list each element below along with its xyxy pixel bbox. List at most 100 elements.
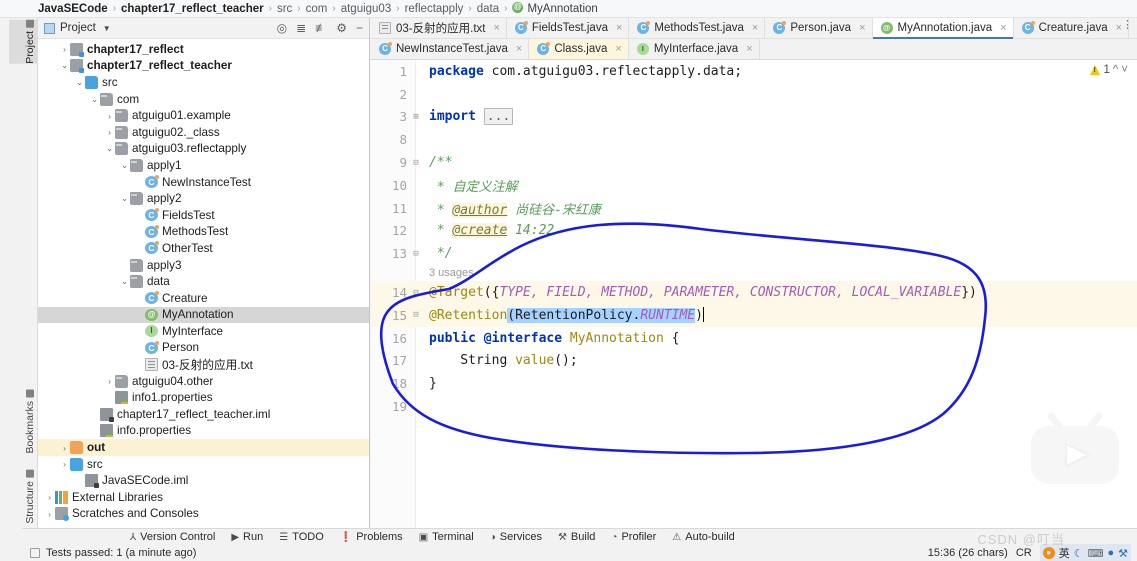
tree-node-7[interactable]: ⌄ apply1	[38, 157, 369, 174]
chevron-down-icon[interactable]: ⌄	[74, 77, 85, 88]
tool-window-button-services[interactable]: ◑ Services	[490, 531, 542, 543]
caret-position[interactable]: 15:36 (26 chars)	[928, 547, 1008, 559]
tree-node-20[interactable]: › atguigu04.other	[38, 373, 369, 390]
tree-node-12[interactable]: C OtherTest	[38, 240, 369, 257]
tree-node-23[interactable]: info.properties	[38, 423, 369, 440]
tree-node-11[interactable]: C MethodsTest	[38, 224, 369, 241]
chevron-up-icon[interactable]: ^	[1113, 64, 1118, 76]
tree-node-26[interactable]: JavaSECode.iml	[38, 472, 369, 489]
breadcrumb-item-0[interactable]: JavaSECode	[38, 3, 108, 15]
expand-all-icon[interactable]: ≣	[296, 22, 306, 34]
tree-node-10[interactable]: C FieldsTest	[38, 207, 369, 224]
tree-node-2[interactable]: ⌄ src	[38, 74, 369, 91]
tree-node-3[interactable]: ⌄ com	[38, 91, 369, 108]
tool-window-button-profiler[interactable]: ◔ Profiler	[611, 531, 656, 543]
chevron-right-icon[interactable]: ›	[44, 509, 55, 519]
chevron-right-icon[interactable]: ›	[104, 127, 115, 137]
tool-window-bar[interactable]: ⅄ Version Control ▶ Run ☰ TODO ❗ Problems ▣ Termi…	[22, 528, 1137, 545]
tree-node-14[interactable]: ⌄ data	[38, 273, 369, 290]
close-icon[interactable]: ×	[1000, 22, 1006, 34]
breadcrumb-item-4[interactable]: atguigu03	[341, 3, 392, 15]
editor-tab-myinterface-java[interactable]: I MyInterface.java ×	[629, 39, 760, 59]
chevron-down-icon[interactable]: ˅	[1121, 64, 1128, 76]
editor-tab-methodstest-java[interactable]: C MethodsTest.java ×	[629, 18, 766, 38]
minimize-icon[interactable]: −	[356, 22, 363, 34]
chevron-down-icon[interactable]: ⌄	[119, 193, 130, 204]
tree-node-21[interactable]: info1.properties	[38, 389, 369, 406]
fold-expand-icon[interactable]: ⊞	[411, 112, 421, 122]
usages-label[interactable]: 3 usages	[429, 267, 474, 279]
breadcrumb-item-1[interactable]: chapter17_reflect_teacher	[121, 3, 264, 15]
tree-node-5[interactable]: › atguigu02._class	[38, 124, 369, 141]
editor-tab-newinstancetest-java[interactable]: C NewInstanceTest.java ×	[371, 39, 530, 59]
breadcrumb-item-6[interactable]: data	[477, 3, 499, 15]
breadcrumb-item-3[interactable]: com	[306, 3, 328, 15]
chevron-down-icon[interactable]: ⌄	[59, 60, 70, 71]
tool-window-button-build[interactable]: ⚒ Build	[558, 531, 595, 543]
editor-tab-myannotation-java[interactable]: @ MyAnnotation.java ×	[872, 18, 1014, 39]
ime-wrench-icon[interactable]: ⚒	[1118, 547, 1128, 560]
editor-tab-person-java[interactable]: C Person.java ×	[765, 18, 873, 38]
chevron-down-icon[interactable]: ⌄	[119, 276, 130, 287]
fold-collapse-icon[interactable]: ⊟	[411, 288, 421, 298]
ime-moon-icon[interactable]: ☾	[1074, 547, 1084, 560]
tool-window-button-terminal[interactable]: ▣ Terminal	[419, 531, 474, 543]
tree-node-25[interactable]: › src	[38, 456, 369, 473]
chevron-right-icon[interactable]: ›	[59, 44, 70, 54]
code-editor[interactable]: 1 package com.atguigu03.reflectapply.data…	[371, 60, 1137, 528]
locate-icon[interactable]: ◎	[277, 22, 287, 34]
close-icon[interactable]: ×	[859, 22, 865, 34]
tool-window-button-problems[interactable]: ❗ Problems	[340, 531, 403, 543]
editor-tabs-row-1[interactable]: 03-反射的应用.txt × C FieldsTest.java × C MethodsTe…	[371, 18, 1137, 39]
tool-window-button-version-control[interactable]: ⅄ Version Control	[130, 531, 215, 543]
editor-tab-03-------txt[interactable]: 03-反射的应用.txt ×	[371, 18, 507, 38]
close-icon[interactable]: ×	[752, 22, 758, 34]
fold-collapse-icon[interactable]: ⊟	[411, 249, 421, 259]
tool-window-button-todo[interactable]: ☰ TODO	[279, 531, 324, 543]
tree-node-9[interactable]: ⌄ apply2	[38, 190, 369, 207]
chevron-right-icon[interactable]: ›	[59, 459, 70, 469]
tool-window-button-run[interactable]: ▶ Run	[231, 531, 263, 543]
tree-node-24[interactable]: › out	[38, 439, 369, 456]
tree-node-0[interactable]: › chapter17_reflect	[38, 41, 369, 58]
tree-node-28[interactable]: › Scratches and Consoles	[38, 506, 369, 523]
line-separator[interactable]: CR	[1016, 547, 1032, 559]
tab-overflow-menu-icon[interactable]: ⋮	[1122, 20, 1133, 31]
settings-gear-icon[interactable]: ⚙	[336, 22, 347, 34]
editor-tab-class-java[interactable]: C Class.java ×	[529, 39, 629, 59]
tree-node-17[interactable]: I MyInterface	[38, 323, 369, 340]
chevron-right-icon[interactable]: ›	[44, 492, 55, 502]
tree-node-18[interactable]: C Person	[38, 340, 369, 357]
tree-node-4[interactable]: › atguigu01.example	[38, 107, 369, 124]
close-icon[interactable]: ×	[616, 22, 622, 34]
breadcrumb-item-7[interactable]: MyAnnotation	[512, 0, 598, 15]
close-icon[interactable]: ×	[516, 43, 522, 55]
breadcrumb-item-5[interactable]: reflectapply	[405, 3, 464, 15]
tree-node-6[interactable]: ⌄ atguigu03.reflectapply	[38, 141, 369, 158]
chevron-down-icon[interactable]: ⌄	[89, 94, 100, 105]
chevron-right-icon[interactable]: ›	[104, 376, 115, 386]
editor-tab-creature-java[interactable]: C Creature.java ×	[1014, 18, 1130, 38]
editor-tab-fieldstest-java[interactable]: C FieldsTest.java ×	[507, 18, 630, 38]
collapse-all-icon[interactable]: ≢	[315, 22, 327, 34]
project-tree[interactable]: › chapter17_reflect ⌄ chapter17_reflect_tea…	[38, 39, 369, 527]
tree-node-22[interactable]: chapter17_reflect_teacher.iml	[38, 406, 369, 423]
tree-node-16[interactable]: @ MyAnnotation	[38, 306, 369, 324]
tree-node-27[interactable]: › External Libraries	[38, 489, 369, 506]
fold-collapse-icon[interactable]: ⊟	[411, 310, 421, 320]
tree-node-19[interactable]: 03-反射的应用.txt	[38, 356, 369, 373]
chevron-down-icon[interactable]: ⌄	[104, 143, 115, 154]
tree-node-1[interactable]: ⌄ chapter17_reflect_teacher	[38, 58, 369, 75]
chevron-down-icon[interactable]: ▼	[103, 24, 111, 33]
ime-user-icon[interactable]: ●	[1107, 547, 1114, 559]
close-icon[interactable]: ×	[746, 43, 752, 55]
breadcrumb-item-2[interactable]: src	[277, 3, 292, 15]
fold-collapse-icon[interactable]: ⊟	[411, 158, 421, 168]
tree-node-15[interactable]: C Creature	[38, 290, 369, 307]
tree-node-8[interactable]: C NewInstanceTest	[38, 174, 369, 191]
tool-window-button-auto-build[interactable]: ⚠ Auto-build	[672, 531, 735, 543]
close-icon[interactable]: ×	[615, 43, 621, 55]
ime-keyboard-icon[interactable]: ⌨	[1088, 547, 1104, 560]
chevron-right-icon[interactable]: ›	[104, 111, 115, 121]
close-icon[interactable]: ×	[493, 22, 499, 34]
